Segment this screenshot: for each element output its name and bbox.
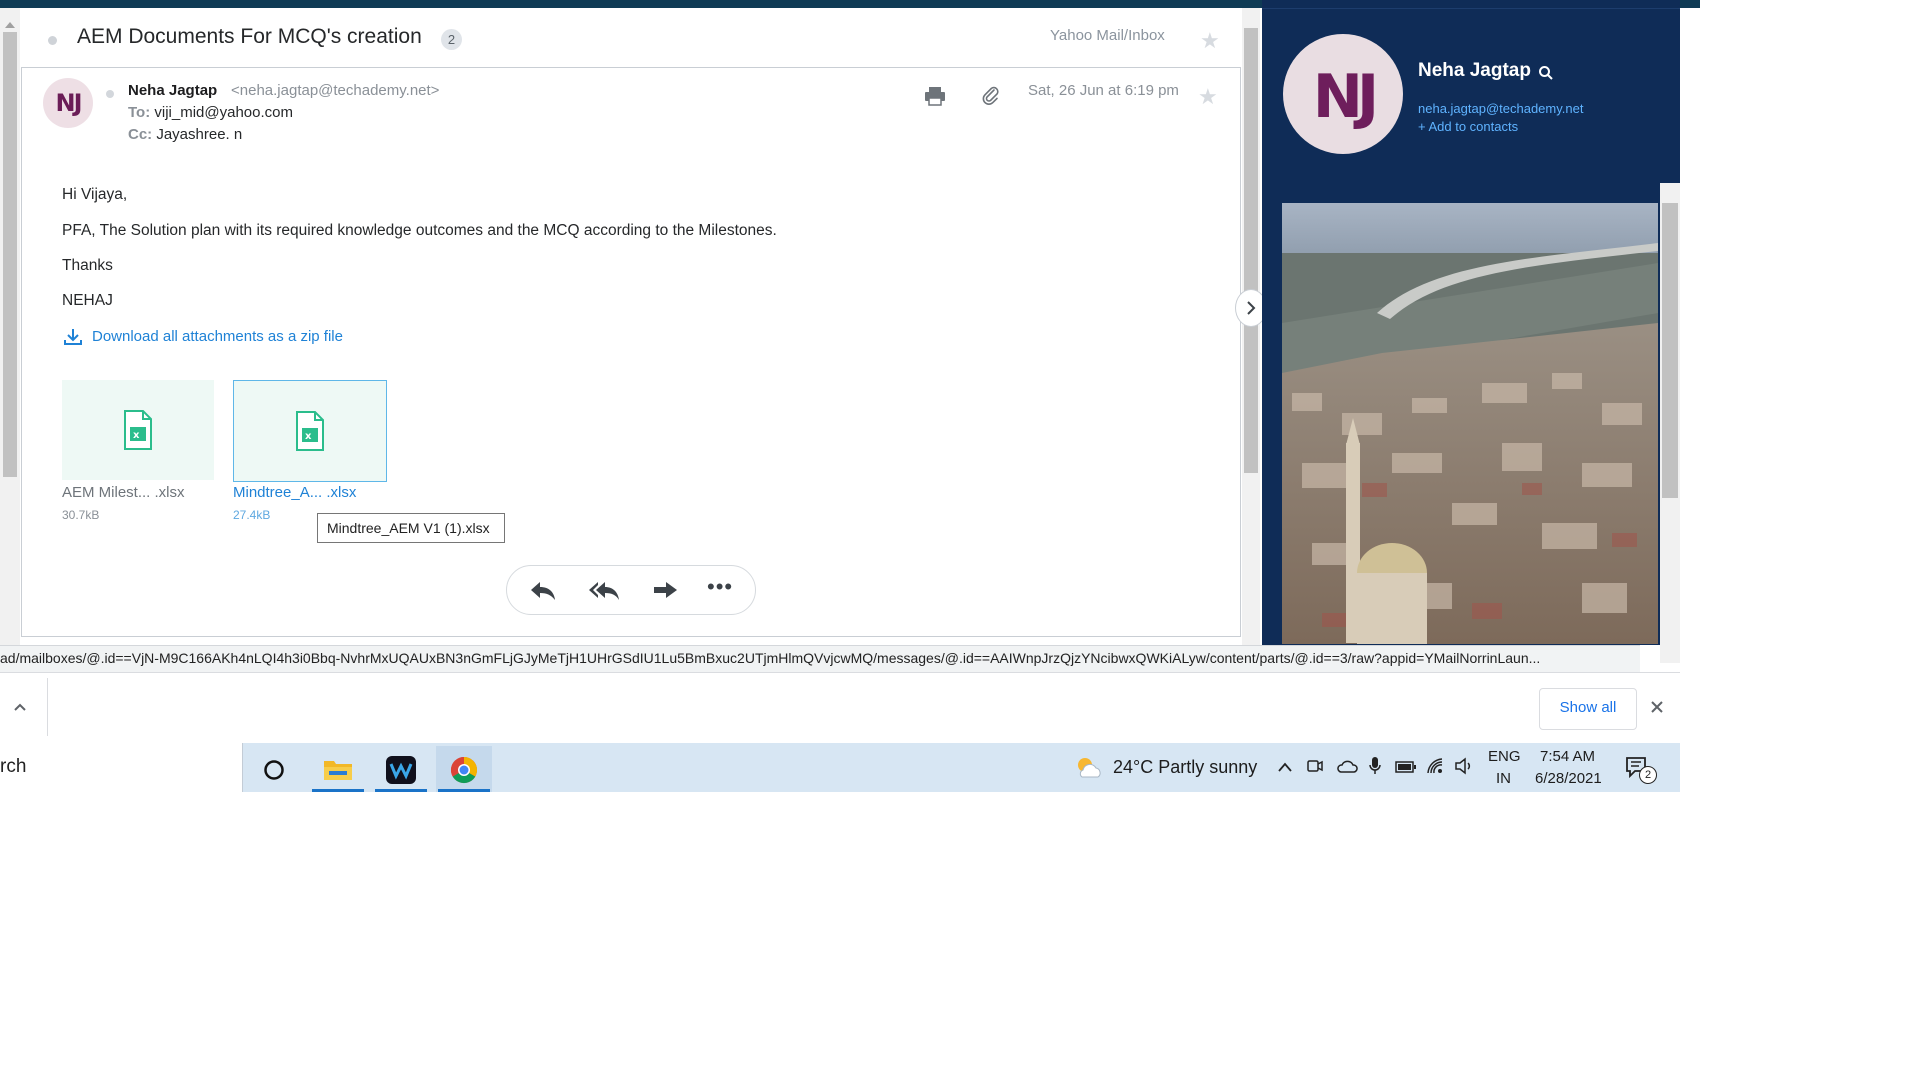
show-hidden-icons-chevron-icon[interactable]	[1277, 760, 1293, 772]
to-line: To: viji_mid@yahoo.com	[128, 104, 293, 121]
meet-now-icon[interactable]	[1307, 757, 1323, 775]
status-url-bar: ad/mailboxes/@.id==VjN-M9C166AKh4nLQI4h3…	[0, 645, 1640, 672]
scroll-up-arrow-icon[interactable]	[5, 22, 15, 28]
sender-email[interactable]: <neha.jagtap@techademy.net>	[231, 82, 439, 99]
message-scrollbar[interactable]	[1242, 8, 1260, 663]
language-bottom[interactable]: IN	[1496, 770, 1511, 787]
attachment-name[interactable]: AEM Milest... .xlsx	[62, 484, 185, 501]
language-top[interactable]: ENG	[1488, 748, 1521, 765]
task-view-icon[interactable]	[245, 746, 301, 792]
email-subject: AEM Documents For MCQ's creation	[77, 25, 422, 48]
message-card	[21, 67, 1241, 637]
download-shelf	[0, 672, 1680, 744]
contact-cover-photo	[1282, 203, 1658, 644]
forward-icon[interactable]	[650, 578, 680, 602]
svg-text:x: x	[305, 431, 312, 442]
attachment-tooltip: Mindtree_AEM V1 (1).xlsx	[317, 513, 505, 543]
attachment-tile-selected[interactable]: x	[233, 380, 387, 482]
body-thanks: Thanks	[62, 257, 113, 274]
contact-avatar[interactable]: NJ	[1283, 34, 1403, 154]
attachment-size: 27.4kB	[233, 508, 271, 522]
wifi-icon[interactable]	[1426, 757, 1444, 775]
clock-date[interactable]: 6/28/2021	[1535, 770, 1602, 787]
shelf-divider	[47, 678, 48, 736]
volume-icon[interactable]	[1454, 757, 1474, 775]
contact-panel-top	[1262, 0, 1680, 9]
onedrive-cloud-icon[interactable]	[1336, 759, 1358, 773]
attachment-tile[interactable]: x	[62, 380, 214, 480]
sender-avatar[interactable]: NJ	[43, 78, 93, 128]
show-all-button[interactable]: Show all	[1539, 688, 1637, 730]
sender-name[interactable]: Neha Jagtap	[128, 82, 217, 99]
star-thread-icon[interactable]: ★	[1200, 28, 1220, 54]
webex-icon[interactable]	[373, 746, 429, 792]
excel-file-icon: x	[296, 411, 324, 451]
taskbar-search-text[interactable]: rch	[0, 756, 26, 778]
body-greeting: Hi Vijaya,	[62, 186, 128, 203]
close-icon[interactable]	[1649, 699, 1665, 715]
chevron-right-icon	[1247, 301, 1256, 315]
active-app-indicator	[438, 789, 490, 792]
page-scrollbar[interactable]	[0, 8, 20, 663]
battery-icon[interactable]	[1395, 760, 1417, 773]
more-actions-icon[interactable]: •••	[707, 576, 737, 600]
chrome-icon[interactable]	[436, 746, 492, 792]
download-icon[interactable]	[63, 327, 83, 347]
weather-partly-sunny-icon[interactable]	[1074, 755, 1102, 781]
message-scrollbar-thumb[interactable]	[1244, 28, 1258, 473]
print-icon[interactable]	[924, 86, 946, 106]
contact-email-link[interactable]: neha.jagtap@techademy.net	[1418, 101, 1583, 116]
chevron-up-icon[interactable]	[12, 700, 28, 712]
contact-scrollbar-thumb[interactable]	[1662, 203, 1678, 498]
contact-scrollbar[interactable]	[1660, 183, 1680, 663]
star-message-icon[interactable]: ★	[1198, 84, 1218, 110]
weather-text[interactable]: 24°C Partly sunny	[1113, 757, 1257, 778]
file-explorer-icon[interactable]	[310, 746, 366, 792]
microphone-icon[interactable]	[1368, 756, 1382, 776]
thread-count-badge: 2	[441, 29, 462, 50]
folder-path[interactable]: Yahoo Mail/Inbox	[1050, 27, 1165, 44]
notification-count-badge: 2	[1639, 766, 1657, 784]
paperclip-icon[interactable]	[982, 86, 1000, 106]
clock-time[interactable]: 7:54 AM	[1540, 748, 1595, 765]
excel-file-icon: x	[124, 410, 152, 450]
to-value[interactable]: viji_mid@yahoo.com	[154, 104, 293, 121]
svg-text:x: x	[133, 430, 140, 441]
active-app-indicator	[312, 789, 364, 792]
cc-value[interactable]: Jayashree. n	[156, 126, 242, 143]
notification-center-icon[interactable]: 2	[1625, 756, 1657, 784]
avatar-initials: NJ	[55, 89, 82, 117]
reply-icon[interactable]	[528, 578, 558, 602]
download-all-link[interactable]: Download all attachments as a zip file	[92, 328, 343, 345]
contact-name: Neha Jagtap	[1418, 60, 1531, 81]
cc-line: Cc: Jayashree. n	[128, 126, 242, 143]
attachment-name[interactable]: Mindtree_A... .xlsx	[233, 484, 356, 501]
body-signature: NEHAJ	[62, 292, 113, 309]
message-date: Sat, 26 Jun at 6:19 pm	[1028, 82, 1179, 99]
contact-avatar-initials: NJ	[1312, 62, 1380, 132]
cc-label: Cc:	[128, 126, 153, 143]
to-label: To:	[128, 104, 151, 121]
unread-dot-icon[interactable]	[48, 36, 57, 45]
taskbar-search-box[interactable]	[0, 743, 243, 792]
attachment-size: 30.7kB	[62, 508, 100, 522]
active-app-indicator	[375, 789, 427, 792]
add-to-contacts-link[interactable]: + Add to contacts	[1418, 119, 1518, 134]
presence-dot-icon	[106, 90, 114, 98]
search-icon[interactable]	[1538, 65, 1554, 81]
reply-all-icon[interactable]	[587, 578, 621, 602]
body-line: PFA, The Solution plan with its required…	[62, 222, 777, 239]
page-scrollbar-thumb[interactable]	[3, 32, 17, 477]
